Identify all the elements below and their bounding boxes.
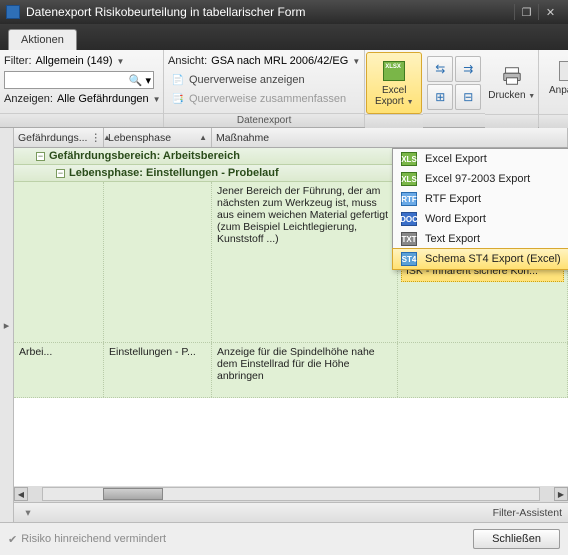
- ribbon-group-filter: Filter: Allgemein (149) ▼ 🔍 ▾ Anzeigen: …: [0, 50, 164, 127]
- txt-icon: TXT: [401, 232, 417, 246]
- querverweise-zusammenfassen-button: 📑 Querverweise zusammenfassen: [168, 90, 360, 108]
- xlsx-icon: [382, 59, 406, 83]
- chevron-down-icon: ▼: [407, 99, 414, 106]
- dropdown-item-rtf[interactable]: RTFRTF Export: [393, 189, 568, 209]
- misc-button-4[interactable]: ⊟: [455, 84, 481, 110]
- cell-gefaehrdung[interactable]: [14, 182, 104, 342]
- crossref-merge-icon: 📑: [171, 92, 185, 106]
- column-header-gefaehrdung[interactable]: Gefährdungs...⋮▲: [14, 128, 104, 147]
- crossref-show-icon: 📄: [171, 73, 185, 87]
- cell-lebensphase[interactable]: [104, 182, 212, 342]
- xlsx-icon: XLS: [401, 152, 417, 166]
- dropdown-item-word[interactable]: DOCWord Export: [393, 209, 568, 229]
- column-header-massnahme[interactable]: Maßnahme: [212, 128, 568, 147]
- table-row[interactable]: Arbei... Einstellungen - P... Anzeige fü…: [14, 343, 568, 398]
- check-icon: ✔: [8, 533, 17, 546]
- ribbon-group-datenexport: Ansicht: GSA nach MRL 2006/42/EG ▼ 📄 Que…: [164, 50, 365, 127]
- close-button[interactable]: Schließen: [473, 529, 560, 549]
- column-header-lebensphase[interactable]: Lebensphase▲: [104, 128, 212, 147]
- chevron-down-icon: ▼: [153, 95, 161, 104]
- ribbon-group-print: Drucken ▼: [485, 50, 539, 127]
- st4-icon: ST4: [401, 252, 417, 266]
- risk-sufficient-check: ✔ Risiko hinreichend vermindert: [8, 533, 166, 546]
- expand-gutter[interactable]: ▸: [0, 128, 14, 522]
- cell-gefaehrdung[interactable]: Arbei...: [14, 343, 104, 397]
- window-title: Datenexport Risikobeurteilung in tabella…: [26, 5, 305, 19]
- app-icon: [6, 5, 20, 19]
- scroll-thumb[interactable]: [103, 488, 163, 500]
- cell-extra[interactable]: [398, 343, 568, 397]
- misc-button-3[interactable]: ⊞: [427, 84, 453, 110]
- chevron-down-icon: ▼: [352, 57, 360, 66]
- cell-lebensphase[interactable]: Einstellungen - P...: [104, 343, 212, 397]
- anzeigen-dropdown[interactable]: Anzeigen: Alle Gefährdungen ▼: [4, 90, 159, 108]
- print-button[interactable]: Drucken ▼: [484, 52, 540, 114]
- ribbon-group-misc: ⇆ ⇉ ⊞ ⊟: [423, 50, 485, 127]
- ribbon-group-excel: Excel Export ▼: [365, 50, 423, 127]
- search-input[interactable]: 🔍 ▾: [4, 71, 154, 89]
- filter-bar: ▾ Filter-Assistent: [14, 502, 568, 522]
- xls-icon: XLS: [401, 172, 417, 186]
- horizontal-scrollbar[interactable]: ◀ ▶: [14, 486, 568, 502]
- filter-expand-icon[interactable]: ▾: [20, 507, 36, 519]
- collapse-icon[interactable]: −: [56, 169, 65, 178]
- doc-icon: DOC: [401, 212, 417, 226]
- close-window-button[interactable]: ✕: [538, 4, 562, 20]
- dropdown-item-excel97[interactable]: XLSExcel 97-2003 Export: [393, 169, 568, 189]
- column-headers: Gefährdungs...⋮▲ Lebensphase▲ Maßnahme: [14, 128, 568, 148]
- filter-dropdown[interactable]: Filter: Allgemein (149) ▼: [4, 52, 159, 70]
- misc-button-2[interactable]: ⇉: [455, 56, 481, 82]
- chevron-down-icon: ▼: [117, 57, 125, 66]
- title-bar: Datenexport Risikobeurteilung in tabella…: [0, 0, 568, 24]
- ansicht-dropdown[interactable]: Ansicht: GSA nach MRL 2006/42/EG ▼: [168, 52, 360, 70]
- printer-icon: [500, 64, 524, 88]
- data-grid: Gefährdungs...⋮▲ Lebensphase▲ Maßnahme −…: [14, 128, 568, 522]
- excel-export-button[interactable]: Excel Export ▼: [366, 52, 422, 114]
- misc-button-1[interactable]: ⇆: [427, 56, 453, 82]
- grid-body: − Gefährdungsbereich: Arbeitsbereich − L…: [14, 148, 568, 486]
- rtf-icon: RTF: [401, 192, 417, 206]
- cell-massnahme[interactable]: Anzeige für die Spindelhöhe nahe dem Ein…: [212, 343, 398, 397]
- dropdown-item-st4[interactable]: ST4Schema ST4 Export (Excel): [392, 248, 568, 270]
- ribbon-tab-row: Aktionen: [0, 24, 568, 50]
- collapse-icon[interactable]: −: [36, 152, 45, 161]
- ribbon-group-customize: Anpassen ▼: [539, 50, 568, 127]
- search-icon: 🔍: [129, 74, 143, 87]
- customize-icon: [559, 59, 568, 83]
- content-area: ▸ Gefährdungs...⋮▲ Lebensphase▲ Maßnahme…: [0, 128, 568, 522]
- dropdown-item-excel[interactable]: XLSExcel Export: [393, 149, 568, 169]
- restore-button[interactable]: ❐: [514, 4, 538, 20]
- ribbon-group-label: Datenexport: [164, 113, 364, 127]
- ribbon: Filter: Allgemein (149) ▼ 🔍 ▾ Anzeigen: …: [0, 50, 568, 128]
- app-window: Datenexport Risikobeurteilung in tabella…: [0, 0, 568, 555]
- scroll-right-button[interactable]: ▶: [554, 487, 568, 501]
- excel-export-dropdown: XLSExcel Export XLSExcel 97-2003 Export …: [392, 148, 568, 270]
- filter-assistent-link[interactable]: Filter-Assistent: [493, 507, 562, 519]
- dropdown-item-text[interactable]: TXTText Export: [393, 229, 568, 249]
- tab-aktionen[interactable]: Aktionen: [8, 29, 77, 50]
- scroll-left-button[interactable]: ◀: [14, 487, 28, 501]
- cell-massnahme[interactable]: Jener Bereich der Führung, der am nächst…: [212, 182, 398, 342]
- chevron-down-icon: ▾: [145, 74, 151, 87]
- querverweise-anzeigen-button[interactable]: 📄 Querverweise anzeigen: [168, 71, 360, 89]
- customize-button[interactable]: Anpassen ▼: [543, 52, 568, 114]
- chevron-down-icon: ▼: [528, 93, 535, 100]
- footer: ✔ Risiko hinreichend vermindert Schließe…: [0, 522, 568, 555]
